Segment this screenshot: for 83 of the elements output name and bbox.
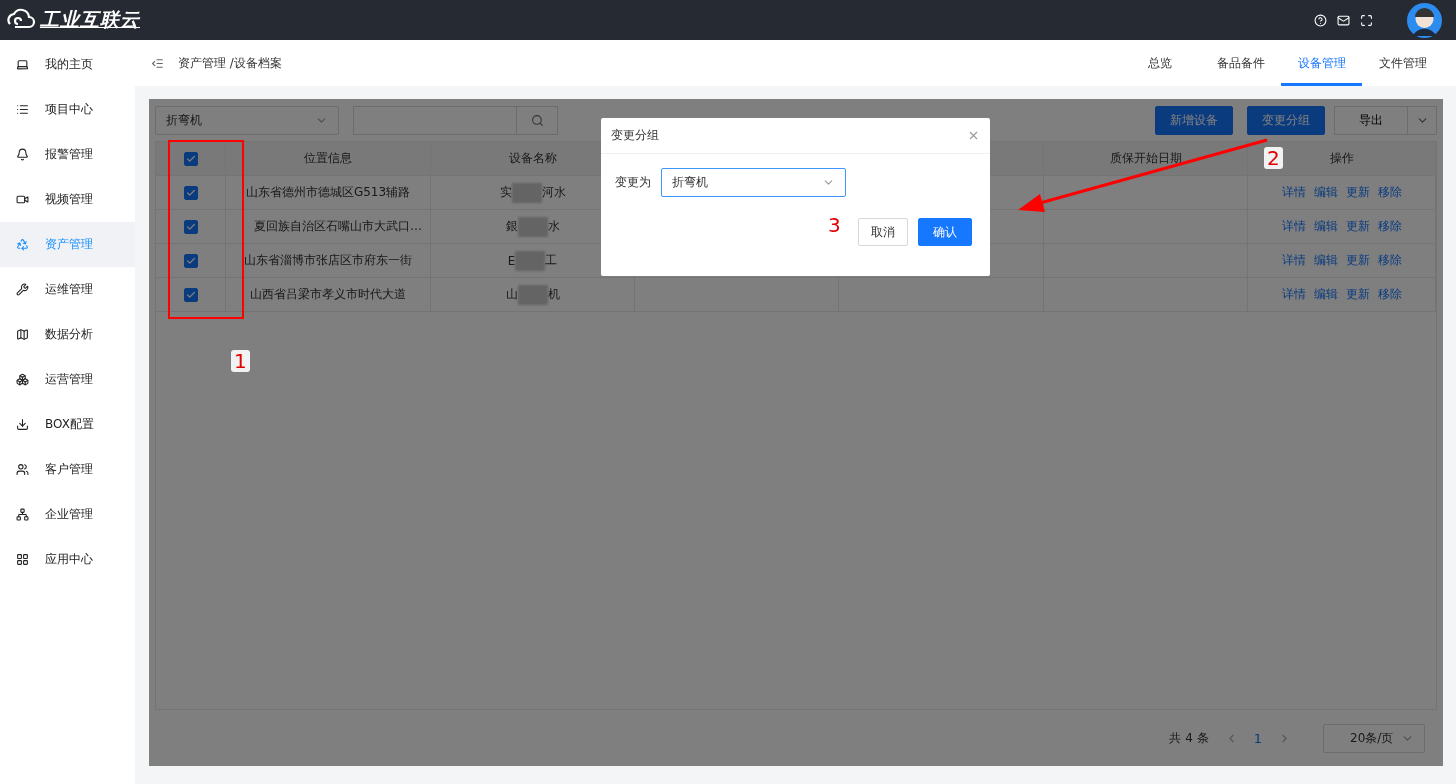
page-number[interactable]: 1 xyxy=(1253,730,1262,746)
row-checkbox[interactable] xyxy=(183,185,198,200)
table-cell: 机 xyxy=(547,286,560,303)
menu-icon xyxy=(16,553,29,566)
menu-icon xyxy=(16,193,29,206)
column-header: 质保开始日期 xyxy=(1044,142,1248,175)
total-count: 共 4 条 xyxy=(1169,729,1209,747)
menu-icon xyxy=(16,373,29,386)
cancel-button[interactable]: 取消 xyxy=(858,218,908,246)
search-field[interactable] xyxy=(353,105,558,135)
menu-icon xyxy=(16,508,29,521)
table-cell: 工 xyxy=(545,252,558,269)
table-cell: 实 xyxy=(499,184,512,201)
action-link[interactable]: 详情 xyxy=(1281,286,1306,303)
table-cell: 河水 xyxy=(541,184,566,201)
action-link[interactable]: 编辑 xyxy=(1313,184,1338,201)
collapse-icon[interactable] xyxy=(151,56,164,70)
action-link[interactable]: 更新 xyxy=(1345,184,1370,201)
blurred-text xyxy=(515,250,546,271)
search-icon xyxy=(530,113,544,127)
action-link[interactable]: 编辑 xyxy=(1313,252,1338,269)
table-cell: 銀 xyxy=(505,218,518,235)
row-checkbox[interactable] xyxy=(183,287,198,302)
fullscreen-icon[interactable] xyxy=(1360,13,1373,27)
table-cell: 山西省吕梁市孝义市时代大道 xyxy=(226,278,431,311)
check-icon xyxy=(185,255,196,266)
mail-icon[interactable] xyxy=(1337,13,1350,27)
action-link[interactable]: 编辑 xyxy=(1313,218,1338,235)
annotation-number: 2 xyxy=(1264,147,1283,169)
annotation-number: 1 xyxy=(231,350,250,372)
menu-icon xyxy=(16,463,29,476)
group-select[interactable]: 折弯机 xyxy=(155,105,339,135)
action-link[interactable]: 更新 xyxy=(1345,252,1370,269)
check-icon xyxy=(185,153,196,164)
avatar[interactable] xyxy=(1407,2,1442,38)
action-link[interactable]: 更新 xyxy=(1345,218,1370,235)
menu-icon xyxy=(16,148,29,161)
table-cell: 山 xyxy=(505,286,518,303)
page-size-select[interactable]: 20条/页 xyxy=(1323,723,1425,753)
action-link[interactable]: 更新 xyxy=(1345,286,1370,303)
menu-icon xyxy=(16,418,29,431)
table-cell: 夏回族自治区石嘴山市大武口… xyxy=(226,210,431,243)
confirm-button[interactable]: 确认 xyxy=(918,218,972,246)
action-link[interactable]: 移除 xyxy=(1377,252,1402,269)
table-cell: 山东省德州市德城区G513辅路 xyxy=(226,176,431,209)
menu-icon xyxy=(16,103,29,116)
blurred-text xyxy=(517,284,548,305)
action-button[interactable]: 变更分组 xyxy=(1247,105,1325,135)
action-link[interactable]: 移除 xyxy=(1377,286,1402,303)
row-checkbox[interactable] xyxy=(183,219,198,234)
dialog-title: 变更分组 xyxy=(611,127,659,144)
action-link[interactable]: 移除 xyxy=(1377,218,1402,235)
column-header: 位置信息 xyxy=(226,142,431,175)
check-icon xyxy=(185,221,196,232)
table-cell: 山东省淄博市张店区市府东一街 xyxy=(226,244,431,277)
action-link[interactable]: 详情 xyxy=(1281,218,1306,235)
breadcrumb: 资产管理 /设备档案 xyxy=(178,54,282,72)
table-cell: 水 xyxy=(547,218,560,235)
blurred-text xyxy=(511,182,542,203)
field-label: 变更为 xyxy=(615,174,651,191)
select-all-checkbox[interactable] xyxy=(183,151,198,166)
help-icon[interactable] xyxy=(1314,13,1327,27)
group-select[interactable]: 折弯机 xyxy=(661,168,846,197)
check-icon xyxy=(185,187,196,198)
sidebar-item[interactable]: 资产管理 xyxy=(0,222,135,267)
blurred-text xyxy=(517,216,548,237)
tab[interactable]: 设备管理 xyxy=(1281,40,1362,86)
tab[interactable]: 备品备件 xyxy=(1200,40,1281,86)
tab[interactable]: 文件管理 xyxy=(1362,40,1443,86)
action-link[interactable]: 移除 xyxy=(1377,184,1402,201)
menu-icon xyxy=(16,328,29,341)
table-cell: E xyxy=(507,253,516,268)
action-button[interactable]: 新增设备 xyxy=(1155,105,1233,135)
menu-icon xyxy=(16,238,29,251)
action-link[interactable]: 详情 xyxy=(1281,184,1306,201)
close-icon[interactable] xyxy=(967,129,980,142)
row-checkbox[interactable] xyxy=(183,253,198,268)
menu-icon xyxy=(16,283,29,296)
menu-icon xyxy=(16,58,29,71)
action-link[interactable]: 编辑 xyxy=(1313,286,1338,303)
tab[interactable]: 总览 xyxy=(1119,40,1200,86)
check-icon xyxy=(185,289,196,300)
action-link[interactable]: 详情 xyxy=(1281,252,1306,269)
